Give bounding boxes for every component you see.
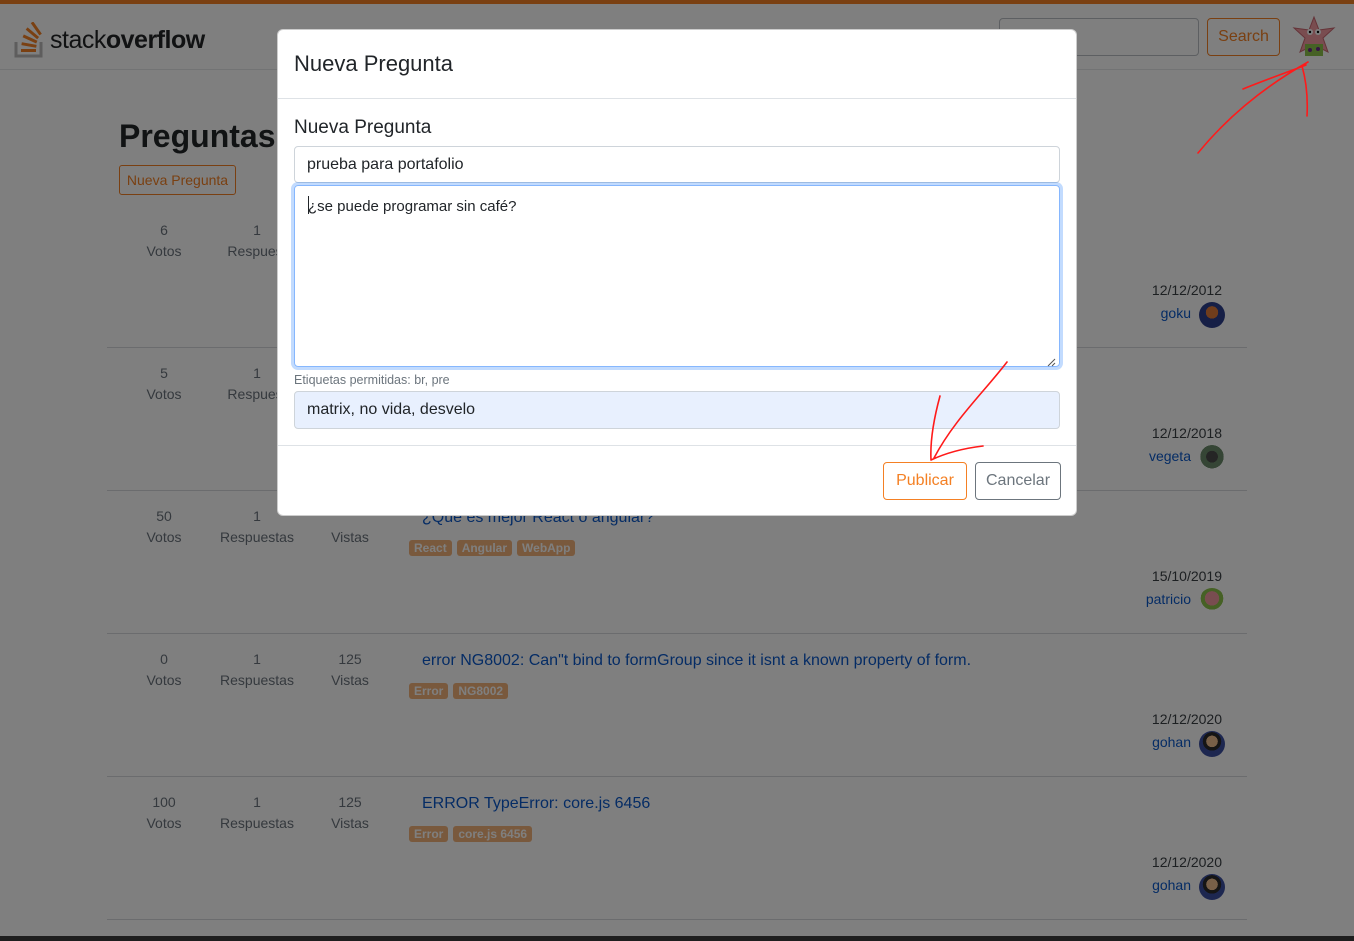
tags-input[interactable]: matrix, no vida, desvelo xyxy=(294,391,1060,429)
resize-grip-icon[interactable] xyxy=(1047,354,1056,367)
cancel-button[interactable]: Cancelar xyxy=(975,462,1061,500)
modal-footer: Publicar Cancelar xyxy=(278,445,1076,516)
allowed-tags-help: Etiquetas permitidas: br, pre xyxy=(294,373,450,387)
question-title-input[interactable]: prueba para portafolio xyxy=(294,146,1060,183)
question-body-text: ¿se puede programar sin café? xyxy=(308,198,517,215)
question-body-textarea[interactable]: ¿se puede programar sin café? xyxy=(294,185,1060,367)
form-section-label: Nueva Pregunta xyxy=(294,117,432,138)
new-question-modal: Nueva Pregunta Nueva Pregunta prueba par… xyxy=(277,29,1077,516)
publish-button[interactable]: Publicar xyxy=(883,462,967,500)
modal-title: Nueva Pregunta xyxy=(294,51,453,76)
modal-header: Nueva Pregunta xyxy=(278,30,1076,99)
modal-body: Nueva Pregunta prueba para portafolio ¿s… xyxy=(278,99,1076,445)
